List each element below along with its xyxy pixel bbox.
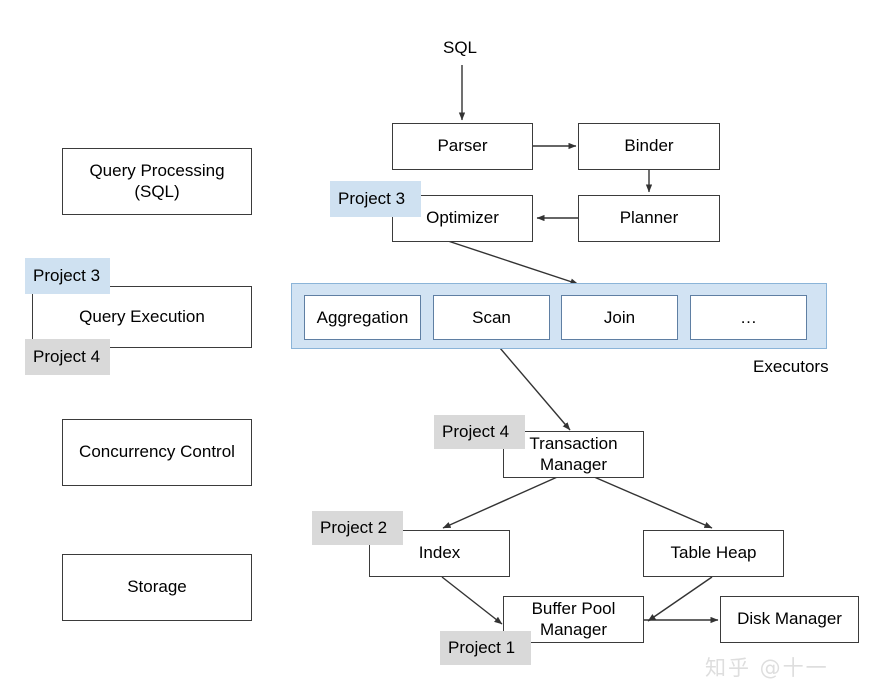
executor-label-scan: Scan [472,307,511,327]
badge-project-4-query-execution[interactable]: Project 4 [25,339,110,375]
component-box-binder: Binder [578,123,720,170]
executor-box-scan: Scan [433,295,550,340]
badge-project-1-buffer-pool-manager[interactable]: Project 1 [440,631,531,665]
component-box-disk-manager: Disk Manager [720,596,859,643]
component-box-parser: Parser [392,123,533,170]
category-box-concurrency-control: Concurrency Control [62,419,252,486]
badge-project-2-index[interactable]: Project 2 [312,511,403,545]
component-label-parser: Parser [437,136,488,156]
architecture-diagram: SQL Query Processing (SQL) Query Executi… [0,0,880,696]
component-label-index: Index [418,543,461,563]
component-label-table-heap: Table Heap [670,543,757,563]
connector-optimizer-to-executors [447,240,579,285]
category-label-query-processing-line1: Query Processing [89,160,225,180]
component-box-planner: Planner [578,195,720,242]
component-label-disk-manager: Disk Manager [737,609,842,629]
watermark: 知乎 @十一 [705,656,829,680]
badge-project-3-query-execution[interactable]: Project 3 [25,258,110,294]
executor-label-aggregation: Aggregation [316,307,409,327]
component-label-optimizer: Optimizer [426,208,499,228]
component-label-binder: Binder [624,136,674,156]
category-label-storage: Storage [127,577,187,597]
executor-box-join: Join [561,295,678,340]
component-label-transaction-manager-line1: Transaction [529,433,618,453]
sql-input-label: SQL [443,38,478,57]
badge-project-3-optimizer[interactable]: Project 3 [330,181,421,217]
category-box-query-processing: Query Processing (SQL) [62,148,252,215]
connector-transaction-manager-to-table-heap [577,469,713,529]
connector-index-to-buffer-pool-manager [441,576,503,625]
executors-caption: Executors [753,357,829,376]
executor-box-ellipsis: … [690,295,807,340]
executor-label-ellipsis: … [740,307,757,327]
component-label-planner: Planner [619,208,679,228]
executor-box-aggregation: Aggregation [304,295,421,340]
category-label-query-processing-line2: (SQL) [134,181,180,201]
connector-transaction-manager-to-index [442,469,574,529]
component-label-buffer-pool-manager-line1: Buffer Pool [531,598,616,618]
executor-label-join: Join [603,307,636,327]
connector-table-heap-to-buffer-pool-manager [647,576,713,622]
component-box-table-heap: Table Heap [643,530,784,577]
component-label-transaction-manager-line2: Manager [539,454,608,474]
component-label-buffer-pool-manager-line2: Manager [539,619,608,639]
badge-project-4-transaction-manager[interactable]: Project 4 [434,415,525,449]
category-label-concurrency-control: Concurrency Control [79,442,235,462]
category-box-storage: Storage [62,554,252,621]
category-label-query-execution: Query Execution [79,306,205,326]
